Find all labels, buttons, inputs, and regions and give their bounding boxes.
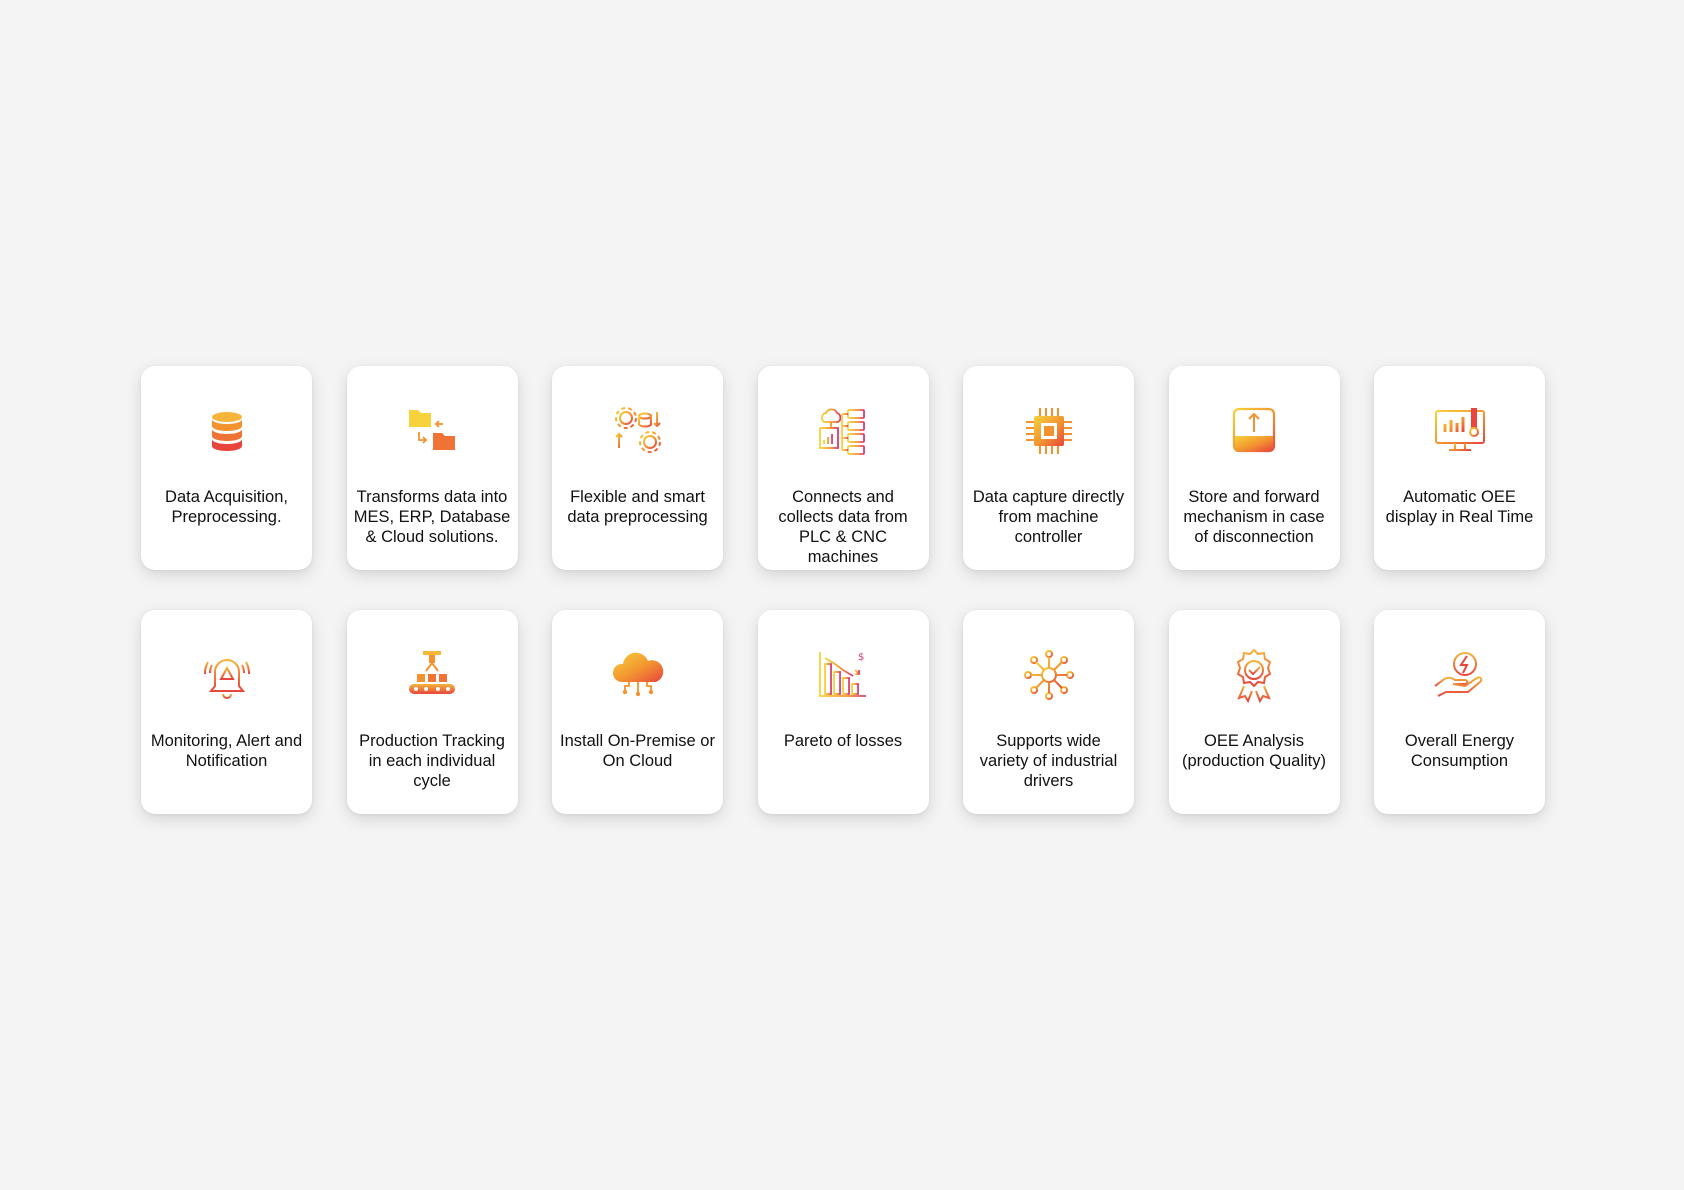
quality-badge-icon: [1225, 646, 1283, 704]
feature-label: Pareto of losses: [783, 732, 903, 750]
feature-label: Monitoring, Alert and Notification: [150, 732, 303, 770]
feature-card-plc-cnc: Connects and collects data from PLC & CN…: [757, 366, 929, 570]
upload-tray-icon: [1225, 402, 1283, 460]
feature-label: Flexible and smart data preprocessing: [567, 488, 708, 526]
feature-card-production-tracking: Production Tracking in each individual c…: [346, 610, 518, 814]
feature-card-monitoring-alert: Monitoring, Alert and Notification: [141, 610, 312, 814]
database-icon: [198, 402, 256, 460]
cloud-network-icon: [814, 402, 872, 460]
feature-card-pareto: $ Pareto of losses: [757, 610, 929, 814]
conveyor-icon: [403, 646, 461, 704]
svg-text:$: $: [858, 652, 864, 663]
cpu-chip-icon: [1020, 402, 1078, 460]
feature-label: Data capture directly from machine contr…: [972, 488, 1125, 546]
feature-label: Transforms data into MES, ERP, Database …: [353, 488, 511, 546]
feature-card-transforms-data: Transforms data into MES, ERP, Database …: [346, 366, 518, 570]
feature-label: Supports wide variety of industrial driv…: [979, 732, 1118, 790]
feature-card-automatic-oee: Automatic OEE display in Real Time: [1374, 366, 1545, 570]
pareto-chart-icon: $: [814, 646, 872, 704]
feature-label: Automatic OEE display in Real Time: [1385, 488, 1534, 526]
feature-label: Install On-Premise or On Cloud: [560, 732, 715, 770]
feature-label: Overall Energy Consumption: [1404, 732, 1515, 770]
feature-card-data-acquisition: Data Acquisition, Preprocessing.: [141, 366, 312, 570]
feature-grid: Data Acquisition, Preprocessing. Transfo…: [141, 366, 1545, 814]
alert-bell-icon: [198, 646, 256, 704]
feature-card-industrial-drivers: Supports wide variety of industrial driv…: [963, 610, 1134, 814]
feature-label: Production Tracking in each individual c…: [359, 732, 505, 790]
feature-card-install-cloud: Install On-Premise or On Cloud: [552, 610, 723, 814]
feature-label: OEE Analysis (production Quality): [1182, 732, 1326, 770]
monitor-chart-icon: [1431, 402, 1489, 460]
feature-label: Data Acquisition, Preprocessing.: [165, 488, 288, 526]
feature-label: Store and forward mechanism in case of d…: [1183, 488, 1325, 546]
cloud-icon: [609, 646, 667, 704]
feature-card-store-forward: Store and forward mechanism in case of d…: [1168, 366, 1340, 570]
feature-card-smart-preprocessing: Flexible and smart data preprocessing: [552, 366, 723, 570]
feature-label: Connects and collects data from PLC & CN…: [778, 488, 908, 566]
folder-transfer-icon: [403, 402, 461, 460]
energy-hand-icon: [1431, 646, 1489, 704]
gear-data-processing-icon: [609, 402, 667, 460]
feature-card-energy: Overall Energy Consumption: [1374, 610, 1545, 814]
feature-card-data-capture: Data capture directly from machine contr…: [963, 366, 1134, 570]
feature-card-oee-analysis: OEE Analysis (production Quality): [1168, 610, 1340, 814]
network-hub-icon: [1020, 646, 1078, 704]
